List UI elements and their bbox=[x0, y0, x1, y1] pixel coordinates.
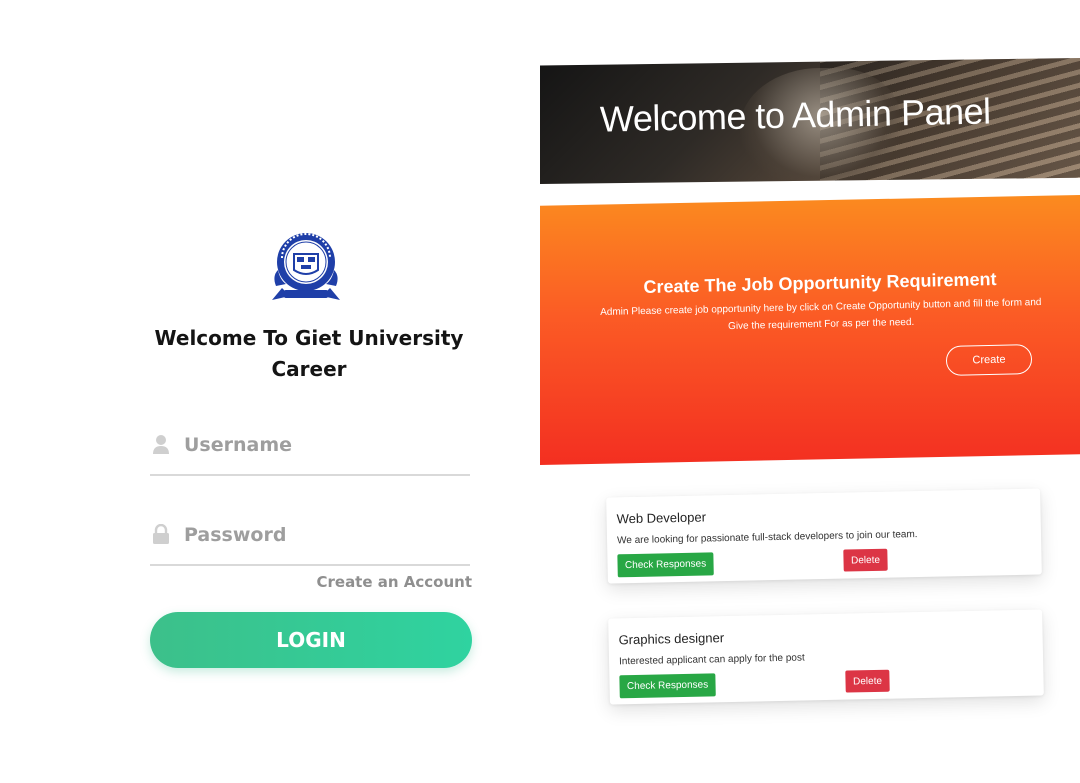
login-panel: Welcome To Giet University Career Create… bbox=[0, 0, 540, 783]
password-input[interactable] bbox=[182, 518, 466, 552]
login-button[interactable]: LOGIN bbox=[150, 612, 472, 668]
check-responses-button[interactable]: Check Responses bbox=[617, 552, 714, 578]
delete-button[interactable]: Delete bbox=[845, 669, 890, 693]
job-card: Graphics designer Interested applicant c… bbox=[608, 609, 1044, 705]
username-input[interactable] bbox=[182, 428, 466, 462]
create-account-link[interactable]: Create an Account bbox=[300, 573, 472, 591]
create-button[interactable]: Create bbox=[945, 344, 1033, 376]
job-card: Web Developer We are looking for passion… bbox=[606, 488, 1042, 584]
username-field bbox=[150, 426, 470, 476]
admin-panel: Welcome to Admin Panel Create The Job Op… bbox=[540, 0, 1080, 783]
university-logo bbox=[268, 230, 344, 304]
hero-banner: Welcome to Admin Panel bbox=[540, 58, 1080, 184]
create-job-banner: Create The Job Opportunity Requirement A… bbox=[540, 195, 1080, 465]
delete-button[interactable]: Delete bbox=[843, 548, 888, 572]
lock-icon bbox=[153, 524, 169, 544]
job-description: We are looking for passionate full-stack… bbox=[616, 529, 918, 547]
job-description: Interested applicant can apply for the p… bbox=[618, 652, 805, 668]
password-field bbox=[150, 516, 470, 566]
check-responses-button[interactable]: Check Responses bbox=[619, 673, 716, 699]
banner-description: Admin Please create job opportunity here… bbox=[600, 296, 1042, 333]
job-title: Graphics designer bbox=[618, 630, 725, 648]
welcome-title: Welcome To Giet University Career bbox=[154, 326, 464, 381]
job-title: Web Developer bbox=[616, 509, 707, 527]
user-icon bbox=[153, 435, 169, 454]
